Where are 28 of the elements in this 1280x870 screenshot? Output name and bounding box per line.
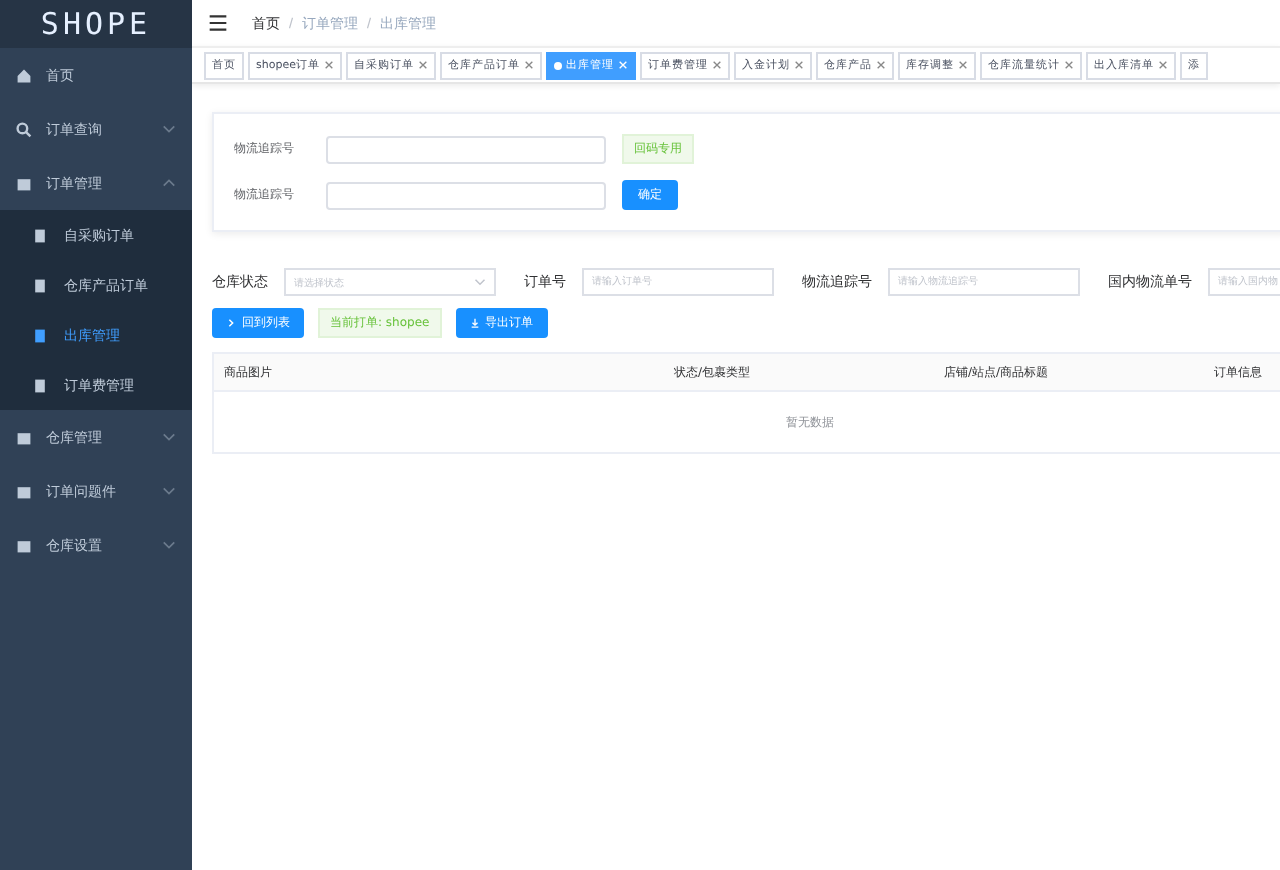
document-icon (16, 429, 32, 445)
search-icon (16, 121, 32, 137)
document-icon (32, 277, 48, 293)
close-icon[interactable] (711, 60, 722, 70)
home-icon (16, 67, 32, 83)
close-icon[interactable] (323, 60, 334, 70)
download-icon (469, 318, 480, 328)
menu-icon[interactable] (208, 14, 228, 32)
logo: SHOPE (0, 0, 192, 48)
chevron-icon (226, 318, 236, 328)
document-icon (16, 175, 32, 191)
close-icon[interactable] (793, 60, 804, 70)
document-icon (32, 327, 48, 343)
close-icon[interactable] (1063, 60, 1074, 70)
close-icon[interactable] (957, 60, 968, 70)
close-icon[interactable] (875, 60, 886, 70)
caret-icon (474, 278, 486, 286)
document-icon (32, 227, 48, 243)
input-field[interactable] (326, 135, 606, 163)
close-icon[interactable] (1157, 60, 1168, 70)
close-icon[interactable] (523, 60, 534, 70)
close-icon[interactable] (417, 60, 428, 70)
document-icon (16, 537, 32, 553)
document-icon (32, 377, 48, 393)
breadcrumb-separator-icon (288, 16, 294, 30)
input-field[interactable] (326, 181, 606, 209)
breadcrumb-separator-icon (366, 16, 372, 30)
document-icon (16, 483, 32, 499)
